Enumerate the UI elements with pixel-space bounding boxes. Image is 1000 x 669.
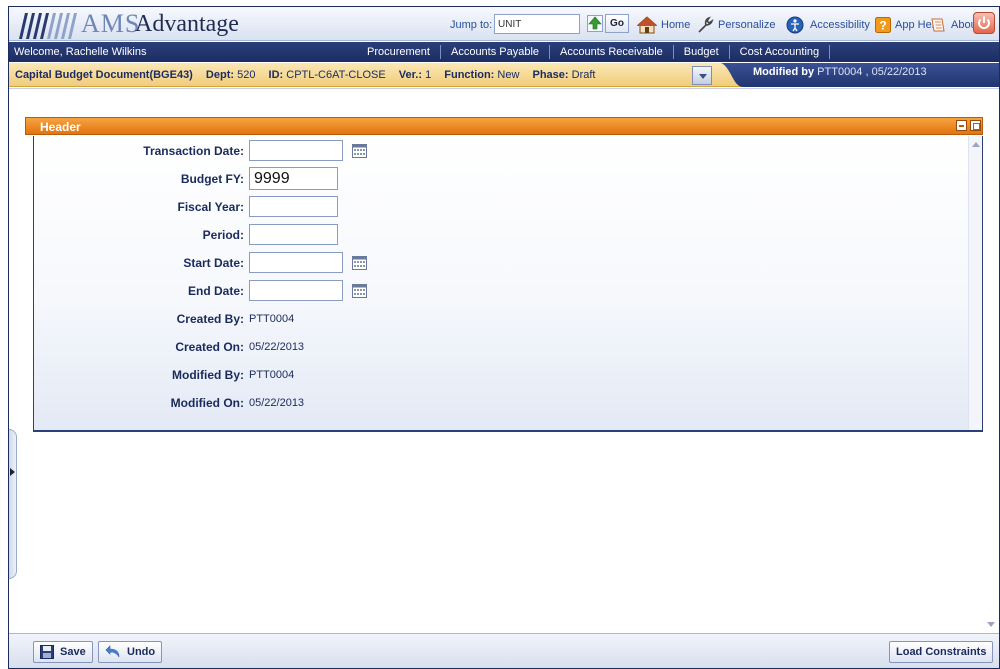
document-name: Capital Budget Document(BGE43) xyxy=(15,69,193,81)
ams-advantage-logo: AMS Advantage xyxy=(15,9,260,39)
header-panel-titlebar: Header xyxy=(25,117,983,135)
start-date-input[interactable] xyxy=(249,252,343,273)
app-window: AMS Advantage Jump to: Go Home Personali… xyxy=(8,6,1000,669)
calendar-icon[interactable] xyxy=(352,256,367,270)
menu-budget[interactable]: Budget xyxy=(672,45,729,59)
maximize-panel-icon[interactable] xyxy=(970,120,981,131)
phase-label: Phase: xyxy=(532,69,569,81)
modified-text: Modified by PTT0004 , 05/22/2013 xyxy=(753,66,927,78)
function-value: New xyxy=(497,69,520,81)
period-label: Period: xyxy=(202,228,244,242)
id-value: CPTL-C6AT-CLOSE xyxy=(286,69,386,81)
save-button[interactable]: Save xyxy=(33,641,93,663)
logo-prefix: AMS xyxy=(81,9,141,38)
undo-label: Undo xyxy=(127,646,156,658)
calendar-icon[interactable] xyxy=(352,284,367,298)
dept-value: 520 xyxy=(237,69,256,81)
personalize-link[interactable]: Personalize xyxy=(696,16,775,34)
modified-on-value: 05/22/2013 xyxy=(249,397,305,409)
menu-divider xyxy=(829,45,831,59)
accessibility-link[interactable]: Accessibility xyxy=(786,16,870,34)
accessibility-icon xyxy=(786,16,804,34)
created-on-value: 05/22/2013 xyxy=(249,341,305,353)
calendar-icon[interactable] xyxy=(352,144,367,158)
floppy-disk-icon xyxy=(40,645,54,659)
id-label: ID: xyxy=(268,69,284,81)
logo-bars-icon xyxy=(19,13,77,39)
modified-by-value: PTT0004 xyxy=(249,369,295,381)
panel-vertical-scrollbar[interactable] xyxy=(968,136,982,430)
menu-procurement[interactable]: Procurement xyxy=(357,45,440,59)
scroll-up-icon[interactable] xyxy=(972,142,980,147)
home-link[interactable]: Home xyxy=(637,16,690,34)
created-on-label: Created On: xyxy=(175,340,244,354)
load-constraints-label: Load Constraints xyxy=(896,646,987,658)
undo-icon xyxy=(105,645,120,658)
version-value: 1 xyxy=(425,69,432,81)
phase-value: Draft xyxy=(571,69,596,81)
svg-text:?: ? xyxy=(879,19,886,33)
version-label: Ver.: xyxy=(398,69,422,81)
fiscal-year-label: Fiscal Year: xyxy=(177,200,245,214)
side-panel-toggle[interactable] xyxy=(9,429,17,579)
wrench-icon xyxy=(698,16,714,33)
period-input[interactable] xyxy=(249,224,338,245)
menu-cost-accounting[interactable]: Cost Accounting xyxy=(728,45,830,59)
help-icon: ? xyxy=(875,17,891,33)
undo-button[interactable]: Undo xyxy=(98,641,163,663)
power-icon xyxy=(978,16,990,29)
go-button[interactable]: Go xyxy=(605,14,629,33)
modified-on-label: Modified On: xyxy=(170,396,244,410)
end-date-label: End Date: xyxy=(187,284,244,298)
header-panel-body: Transaction Date: Budget FY: Fiscal Year… xyxy=(33,136,983,432)
home-label: Home xyxy=(661,19,691,31)
logout-button[interactable] xyxy=(973,12,995,34)
logo-name: Advantage xyxy=(135,11,239,37)
jump-up-arrow-icon[interactable] xyxy=(587,15,603,32)
dept-label: Dept: xyxy=(205,69,235,81)
start-date-label: Start Date: xyxy=(183,256,244,270)
budget-fy-label: Budget FY: xyxy=(180,172,244,186)
scroll-down-icon[interactable] xyxy=(983,617,997,631)
main-nav-bar: Welcome, Rachelle Wilkins Procurement Ac… xyxy=(9,42,999,62)
modified-prefix: Modified by xyxy=(753,66,815,78)
home-icon xyxy=(637,16,657,34)
jump-to-label: Jump to: xyxy=(450,19,493,31)
save-label: Save xyxy=(60,646,86,658)
personalize-label: Personalize xyxy=(718,19,776,31)
document-info-bar: Capital Budget Document(BGE43) Dept: 520… xyxy=(9,63,999,87)
main-menu: Procurement Accounts Payable Accounts Re… xyxy=(357,42,831,62)
bottom-toolbar: Save Undo Load Constraints xyxy=(9,633,999,668)
budget-fy-input[interactable] xyxy=(249,167,338,190)
transaction-date-input[interactable] xyxy=(249,140,343,161)
fiscal-year-input[interactable] xyxy=(249,196,338,217)
content-area: Header Transaction Date: Budget FY: Fisc… xyxy=(9,88,999,632)
accessibility-label: Accessibility xyxy=(810,19,870,31)
menu-accounts-receivable[interactable]: Accounts Receivable xyxy=(549,45,673,59)
document-fields: Capital Budget Document(BGE43) Dept: 520… xyxy=(15,69,595,81)
document-options-dropdown[interactable] xyxy=(692,66,712,85)
created-by-value: PTT0004 xyxy=(249,313,295,325)
minimize-panel-icon[interactable] xyxy=(956,120,967,131)
modified-by-label: Modified By: xyxy=(172,368,244,382)
modified-banner: Modified by PTT0004 , 05/22/2013 xyxy=(721,63,999,87)
modified-value: PTT0004 , 05/22/2013 xyxy=(817,66,927,78)
menu-accounts-payable[interactable]: Accounts Payable xyxy=(439,45,549,59)
jump-to-input[interactable] xyxy=(494,14,580,34)
transaction-date-label: Transaction Date: xyxy=(143,144,244,158)
created-by-label: Created By: xyxy=(176,312,244,326)
load-constraints-button[interactable]: Load Constraints xyxy=(889,641,994,663)
top-bar: AMS Advantage Jump to: Go Home Personali… xyxy=(9,7,999,41)
welcome-text: Welcome, Rachelle Wilkins xyxy=(14,46,147,58)
about-scroll-icon xyxy=(931,18,945,32)
panel-title: Header xyxy=(40,120,81,134)
function-label: Function: xyxy=(444,69,495,81)
end-date-input[interactable] xyxy=(249,280,343,301)
